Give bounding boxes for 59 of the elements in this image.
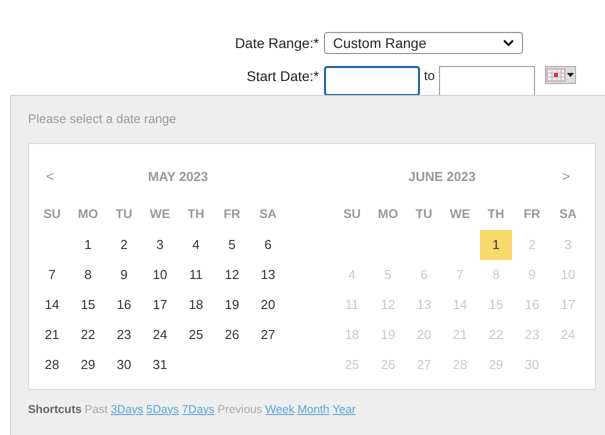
calendar-day[interactable]: 13 xyxy=(252,260,284,290)
calendar-day[interactable]: 10 xyxy=(144,260,176,290)
calendar-day[interactable]: 9 xyxy=(108,260,140,290)
calendar-day[interactable]: 30 xyxy=(108,350,140,380)
calendar-day[interactable]: 28 xyxy=(36,350,68,380)
field-label: Start Date:* xyxy=(246,67,320,86)
weekday-label: SA xyxy=(558,206,578,224)
calendar-day[interactable]: 7 xyxy=(36,260,68,290)
calendar-day[interactable]: 21 xyxy=(36,320,68,350)
calendar-day[interactable]: 24 xyxy=(144,320,176,350)
calendar-day[interactable]: 18 xyxy=(180,290,212,320)
calendar-day[interactable]: 29 xyxy=(72,350,104,380)
calendar-day[interactable]: 12 xyxy=(216,260,248,290)
calendar-day[interactable]: 16 xyxy=(108,290,140,320)
weekday-label: MO xyxy=(76,206,100,224)
calendar-day[interactable]: 2 xyxy=(108,230,140,260)
calendar-day[interactable]: 26 xyxy=(216,320,248,350)
calendar-day[interactable]: 1 xyxy=(72,230,104,260)
month-title: MAY 2023 xyxy=(148,168,208,186)
calendar-day[interactable]: 25 xyxy=(180,320,212,350)
weekday-label: FR xyxy=(522,206,542,224)
calendar-day[interactable]: 4 xyxy=(180,230,212,260)
calendar-day[interactable]: 8 xyxy=(72,260,104,290)
calendar-day[interactable]: 14 xyxy=(36,290,68,320)
month-title: JUNE 2023 xyxy=(408,168,476,186)
calendar-day[interactable]: 31 xyxy=(144,350,176,380)
calendar-day[interactable]: 6 xyxy=(252,230,284,260)
weekday-label: TU xyxy=(414,206,434,224)
weekday-label: SU xyxy=(342,206,362,224)
shortcut-label: Past xyxy=(84,402,108,418)
weekday-label: SA xyxy=(258,206,278,224)
calendar-day[interactable]: 15 xyxy=(72,290,104,320)
weekday-label: WE xyxy=(448,206,472,224)
calendar-icon xyxy=(546,68,566,82)
prompt-text: Please select a date range xyxy=(28,111,178,128)
calendar-day[interactable]: 19 xyxy=(216,290,248,320)
calendar-button[interactable] xyxy=(544,66,576,84)
weekday-label: SU xyxy=(42,206,62,224)
chevron-down-icon xyxy=(503,39,514,47)
date-range-select[interactable]: Custom Range xyxy=(324,32,523,54)
field-label: Date Range:* xyxy=(234,34,320,53)
weekday-label: FR xyxy=(222,206,242,224)
calendar-day[interactable]: 23 xyxy=(108,320,140,350)
weekday-label: TU xyxy=(114,206,134,224)
field-label: to xyxy=(424,67,435,85)
calendar-day[interactable]: 11 xyxy=(180,260,212,290)
weekday-label: TH xyxy=(486,206,506,224)
calendar-day[interactable]: 20 xyxy=(252,290,284,320)
calendar-day[interactable]: 1 xyxy=(480,230,512,260)
weekday-label: MO xyxy=(376,206,400,224)
weekday-label: TH xyxy=(186,206,206,224)
shortcuts-heading: Shortcuts xyxy=(28,402,82,418)
shortcut-label: Previous xyxy=(218,402,262,418)
calendar-day[interactable]: 5 xyxy=(216,230,248,260)
calendar-day[interactable]: 27 xyxy=(252,320,284,350)
calendar-day[interactable]: 3 xyxy=(144,230,176,260)
calendar-day[interactable]: 17 xyxy=(144,290,176,320)
weekday-label: WE xyxy=(148,206,172,224)
calendar-day[interactable]: 22 xyxy=(72,320,104,350)
